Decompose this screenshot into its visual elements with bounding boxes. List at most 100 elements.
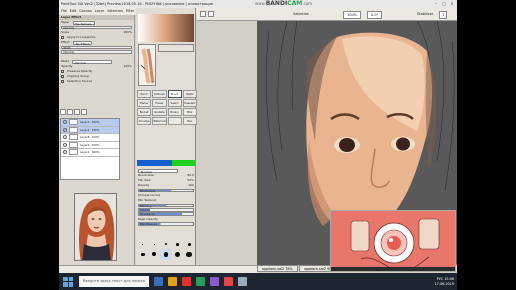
tool-gradate[interactable]: Gradate [152,108,167,116]
tool-blur-2[interactable]: Blur [182,117,197,125]
size-preset[interactable] [160,240,172,249]
layer-panel: Layer Effect Paper No Texture Intensity S… [59,15,135,265]
menu-canvas[interactable]: Canvas [79,8,91,15]
checkbox-icon[interactable] [61,80,64,84]
size-preset[interactable] [183,249,195,260]
opera-icon[interactable] [182,277,191,286]
eye-icon[interactable] [63,150,67,155]
color-bar[interactable] [137,160,195,166]
windows-start-icon[interactable] [63,276,73,287]
tool-marker[interactable]: Marker [137,99,152,107]
checkbox-icon[interactable] [61,36,64,39]
tool-eraser[interactable]: Eraser [152,99,167,107]
checkbox-icon[interactable] [61,70,64,74]
clock-date[interactable]: 17.06.2019 [435,282,454,287]
size-preset[interactable] [172,240,184,249]
task-view-icon[interactable] [154,277,163,286]
app-window: PaintTool SAI Ver.2 (32bit) Preview.2018… [59,0,457,290]
menu-edit[interactable]: Edit [70,8,77,15]
effect-intensity-slider[interactable]: Intensity [61,50,132,54]
angle-field[interactable]: 0.0° [367,11,383,19]
close-button[interactable]: × [448,0,456,8]
menu-selection[interactable]: Selection [107,8,123,15]
selection-label[interactable]: Selection [293,12,309,16]
tool-grid: Pencil AirBrush Brush Water Marker Erase… [137,90,197,125]
menu-file[interactable]: File [61,8,67,15]
eye-icon[interactable] [63,135,67,140]
size-preset[interactable] [137,240,149,249]
dilution-slider[interactable]: Dilution [138,208,194,212]
density-row: Density 100 [138,183,194,187]
tool-blur[interactable]: Blur [182,108,197,116]
size-preset[interactable] [149,240,161,249]
undo-icon[interactable] [200,11,206,17]
maximize-button[interactable]: □ [440,0,448,8]
min-density-slider[interactable]: Min Density [138,188,194,193]
painttool-sai-icon[interactable] [238,277,247,286]
eye-icon[interactable] [63,142,67,147]
tool-airbrush[interactable]: AirBrush [152,90,167,98]
stabilizer-label: Stabilizer [417,12,434,16]
blur-pressure-slider[interactable]: Blur Pressure [138,222,194,226]
persistence-slider[interactable]: Persistence [138,212,194,216]
menu-filter[interactable]: Filter [126,8,134,15]
file-explorer-icon[interactable] [168,277,177,286]
keep-opacity-check[interactable]: Keep Opacity [136,217,196,222]
layer-list: Layer3 100% Layer2 100% Layer8 100% Layer4 1… [60,118,120,180]
tool-binary[interactable]: Binary [167,108,182,116]
delete-layer-icon[interactable] [81,109,87,115]
stabilizer-field[interactable]: 1 [439,11,448,19]
bandicam-icon[interactable] [224,277,233,286]
size-preset[interactable] [149,249,161,260]
blending-slider[interactable]: Blending [138,203,194,208]
tool-empty[interactable] [167,117,182,125]
new-folder-icon[interactable] [67,109,73,115]
tool-select[interactable]: Select [167,99,182,107]
size-preset[interactable] [137,249,149,260]
layer-item[interactable]: Layer8 100% [61,134,119,142]
clock-time[interactable]: 15:46 [444,277,454,281]
redo-icon[interactable] [208,11,214,17]
layer-item[interactable]: Layer4 100% [61,141,119,149]
intensity-slider[interactable]: Intensity [61,25,132,30]
size-preset[interactable] [183,240,195,249]
size-preset-selected[interactable] [160,248,172,260]
blend-mode-select[interactable]: Normal [72,59,113,64]
tool-pencil[interactable]: Pencil [137,90,152,98]
eye-icon[interactable] [63,127,67,132]
layer-item[interactable]: Layer1 100% [61,149,119,157]
brush-settings: Normal Brush Size 80.0 Min Size 50% Densit… [136,168,196,227]
tool-deselect[interactable]: Deselect [182,99,197,107]
eye-icon[interactable] [63,120,67,125]
brush-mode-select[interactable]: Normal [138,168,178,173]
tool-watercolor[interactable]: Watercolor [152,117,167,125]
brush-texture-select[interactable]: [No Texture] [136,198,196,203]
tool-bucket[interactable]: Bucket [137,108,152,116]
tool-brush[interactable]: Brush [167,90,182,98]
effect-select[interactable]: No Effect [72,40,93,45]
minimize-button[interactable]: – [432,0,440,8]
document-tab[interactable]: uppborn.sai2 78% [257,265,298,272]
zoom-field[interactable]: 100% [343,11,362,19]
width-slider[interactable]: Width [61,45,132,50]
layer-item[interactable]: Layer3 100% [61,119,119,127]
chrome-icon[interactable] [196,277,205,286]
layer-item[interactable]: Layer2 100% [61,126,119,134]
language-indicator[interactable]: РУС [437,277,443,281]
size-preset[interactable] [172,249,184,260]
tool-water[interactable]: Water [182,90,197,98]
color-wheel-area[interactable] [138,14,194,42]
app-icon[interactable] [210,277,219,286]
toolbar-icons [200,11,214,17]
window-title: PaintTool SAI Ver.2 (32bit) Preview.2018… [61,2,213,6]
paper-select[interactable]: No Texture [72,20,95,25]
checkbox-icon[interactable] [61,75,64,79]
merge-icon[interactable] [74,109,80,115]
selection-source-check[interactable]: Selection Source [59,79,134,84]
bandicam-watermark: www.BANDICAM.com [255,0,313,7]
menu-layer[interactable]: Layer [95,8,104,15]
tool-smudge[interactable]: Smudge [137,117,152,125]
color-swatch-strip [138,44,156,86]
new-layer-icon[interactable] [60,109,66,115]
taskbar-search-input[interactable]: Введите здесь текст для поиска [79,276,149,287]
